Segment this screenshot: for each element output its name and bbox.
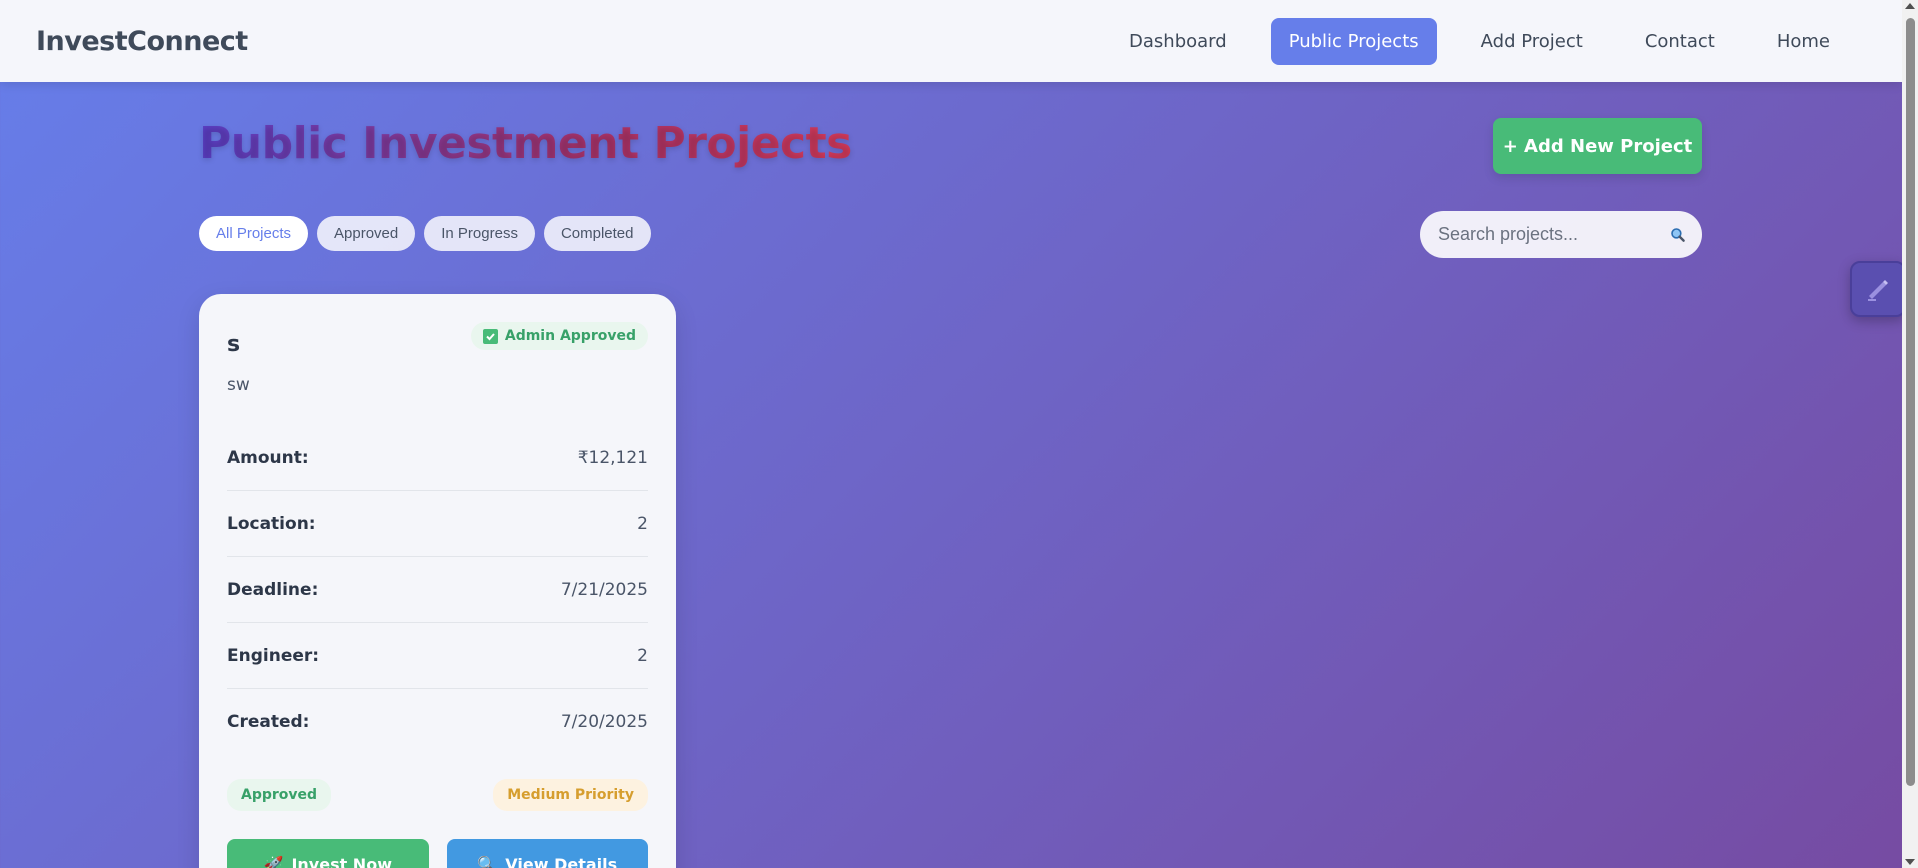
detail-value: 2	[637, 513, 648, 534]
edit-icon	[1868, 280, 1888, 301]
detail-value: ₹12,121	[577, 447, 648, 468]
project-card[interactable]: s Admin Approved sw Amount: ₹12,121 Loca…	[199, 294, 676, 868]
magnifier-icon: 🔍	[477, 854, 498, 868]
page-title: Public Investment Projects	[199, 118, 852, 169]
nav-link-add-project[interactable]: Add Project	[1463, 18, 1601, 65]
detail-value: 2	[637, 645, 648, 666]
card-actions: 🚀 Invest Now 🔍 View Details	[227, 839, 648, 868]
detail-label: Created:	[227, 712, 310, 732]
status-badge: Approved	[227, 779, 332, 811]
scroll-up-arrow-icon[interactable]	[1905, 3, 1915, 9]
project-title: s	[227, 332, 241, 357]
filter-in-progress[interactable]: In Progress	[424, 216, 535, 251]
search-input[interactable]	[1438, 224, 1670, 245]
detail-label: Deadline:	[227, 579, 319, 600]
project-description: sw	[227, 375, 250, 395]
nav-link-contact[interactable]: Contact	[1627, 18, 1733, 65]
filter-completed[interactable]: Completed	[543, 216, 651, 251]
detail-row-location: Location: 2	[227, 491, 648, 557]
search-icon[interactable]	[1670, 225, 1686, 245]
add-new-project-button[interactable]: + Add New Project	[1493, 118, 1702, 174]
check-icon	[482, 328, 498, 344]
status-row: Approved Medium Priority	[227, 779, 648, 811]
scroll-down-arrow-icon[interactable]	[1905, 859, 1915, 865]
search-box	[1420, 211, 1702, 258]
detail-row-created: Created: 7/20/2025	[227, 689, 648, 755]
detail-label: Engineer:	[227, 645, 320, 666]
detail-value: 7/20/2025	[560, 712, 648, 732]
project-details: Amount: ₹12,121 Location: 2 Deadline: 7/…	[227, 425, 648, 755]
admin-badge-label: Admin Approved	[504, 328, 636, 344]
filter-approved[interactable]: Approved	[317, 216, 416, 251]
detail-row-amount: Amount: ₹12,121	[227, 425, 648, 491]
detail-value: 7/21/2025	[560, 579, 648, 600]
floating-edit-button[interactable]	[1850, 261, 1906, 317]
nav-links: Dashboard Public Projects Add Project Co…	[1097, 17, 1848, 65]
detail-label: Amount:	[227, 447, 309, 468]
page-scrollbar[interactable]	[1902, 0, 1918, 868]
invest-now-label: Invest Now	[291, 854, 392, 868]
view-details-label: View Details	[505, 854, 618, 868]
detail-row-deadline: Deadline: 7/21/2025	[227, 557, 648, 623]
view-details-button[interactable]: 🔍 View Details	[446, 839, 648, 868]
detail-row-engineer: Engineer: 2	[227, 623, 648, 689]
rocket-icon: 🚀	[263, 854, 284, 868]
filter-bar: All Projects Approved In Progress Comple…	[199, 216, 651, 251]
detail-label: Location:	[227, 513, 316, 534]
scrollbar-thumb[interactable]	[1906, 18, 1915, 786]
admin-approved-badge: Admin Approved	[470, 322, 648, 350]
nav-link-home[interactable]: Home	[1759, 18, 1848, 65]
priority-badge: Medium Priority	[493, 779, 648, 811]
nav-link-dashboard[interactable]: Dashboard	[1111, 18, 1245, 65]
invest-now-button[interactable]: 🚀 Invest Now	[227, 839, 429, 868]
nav-link-public-projects[interactable]: Public Projects	[1270, 17, 1437, 65]
brand-logo[interactable]: InvestConnect	[36, 26, 248, 57]
top-navbar: InvestConnect Dashboard Public Projects …	[0, 0, 1902, 82]
filter-all-projects[interactable]: All Projects	[199, 216, 309, 251]
